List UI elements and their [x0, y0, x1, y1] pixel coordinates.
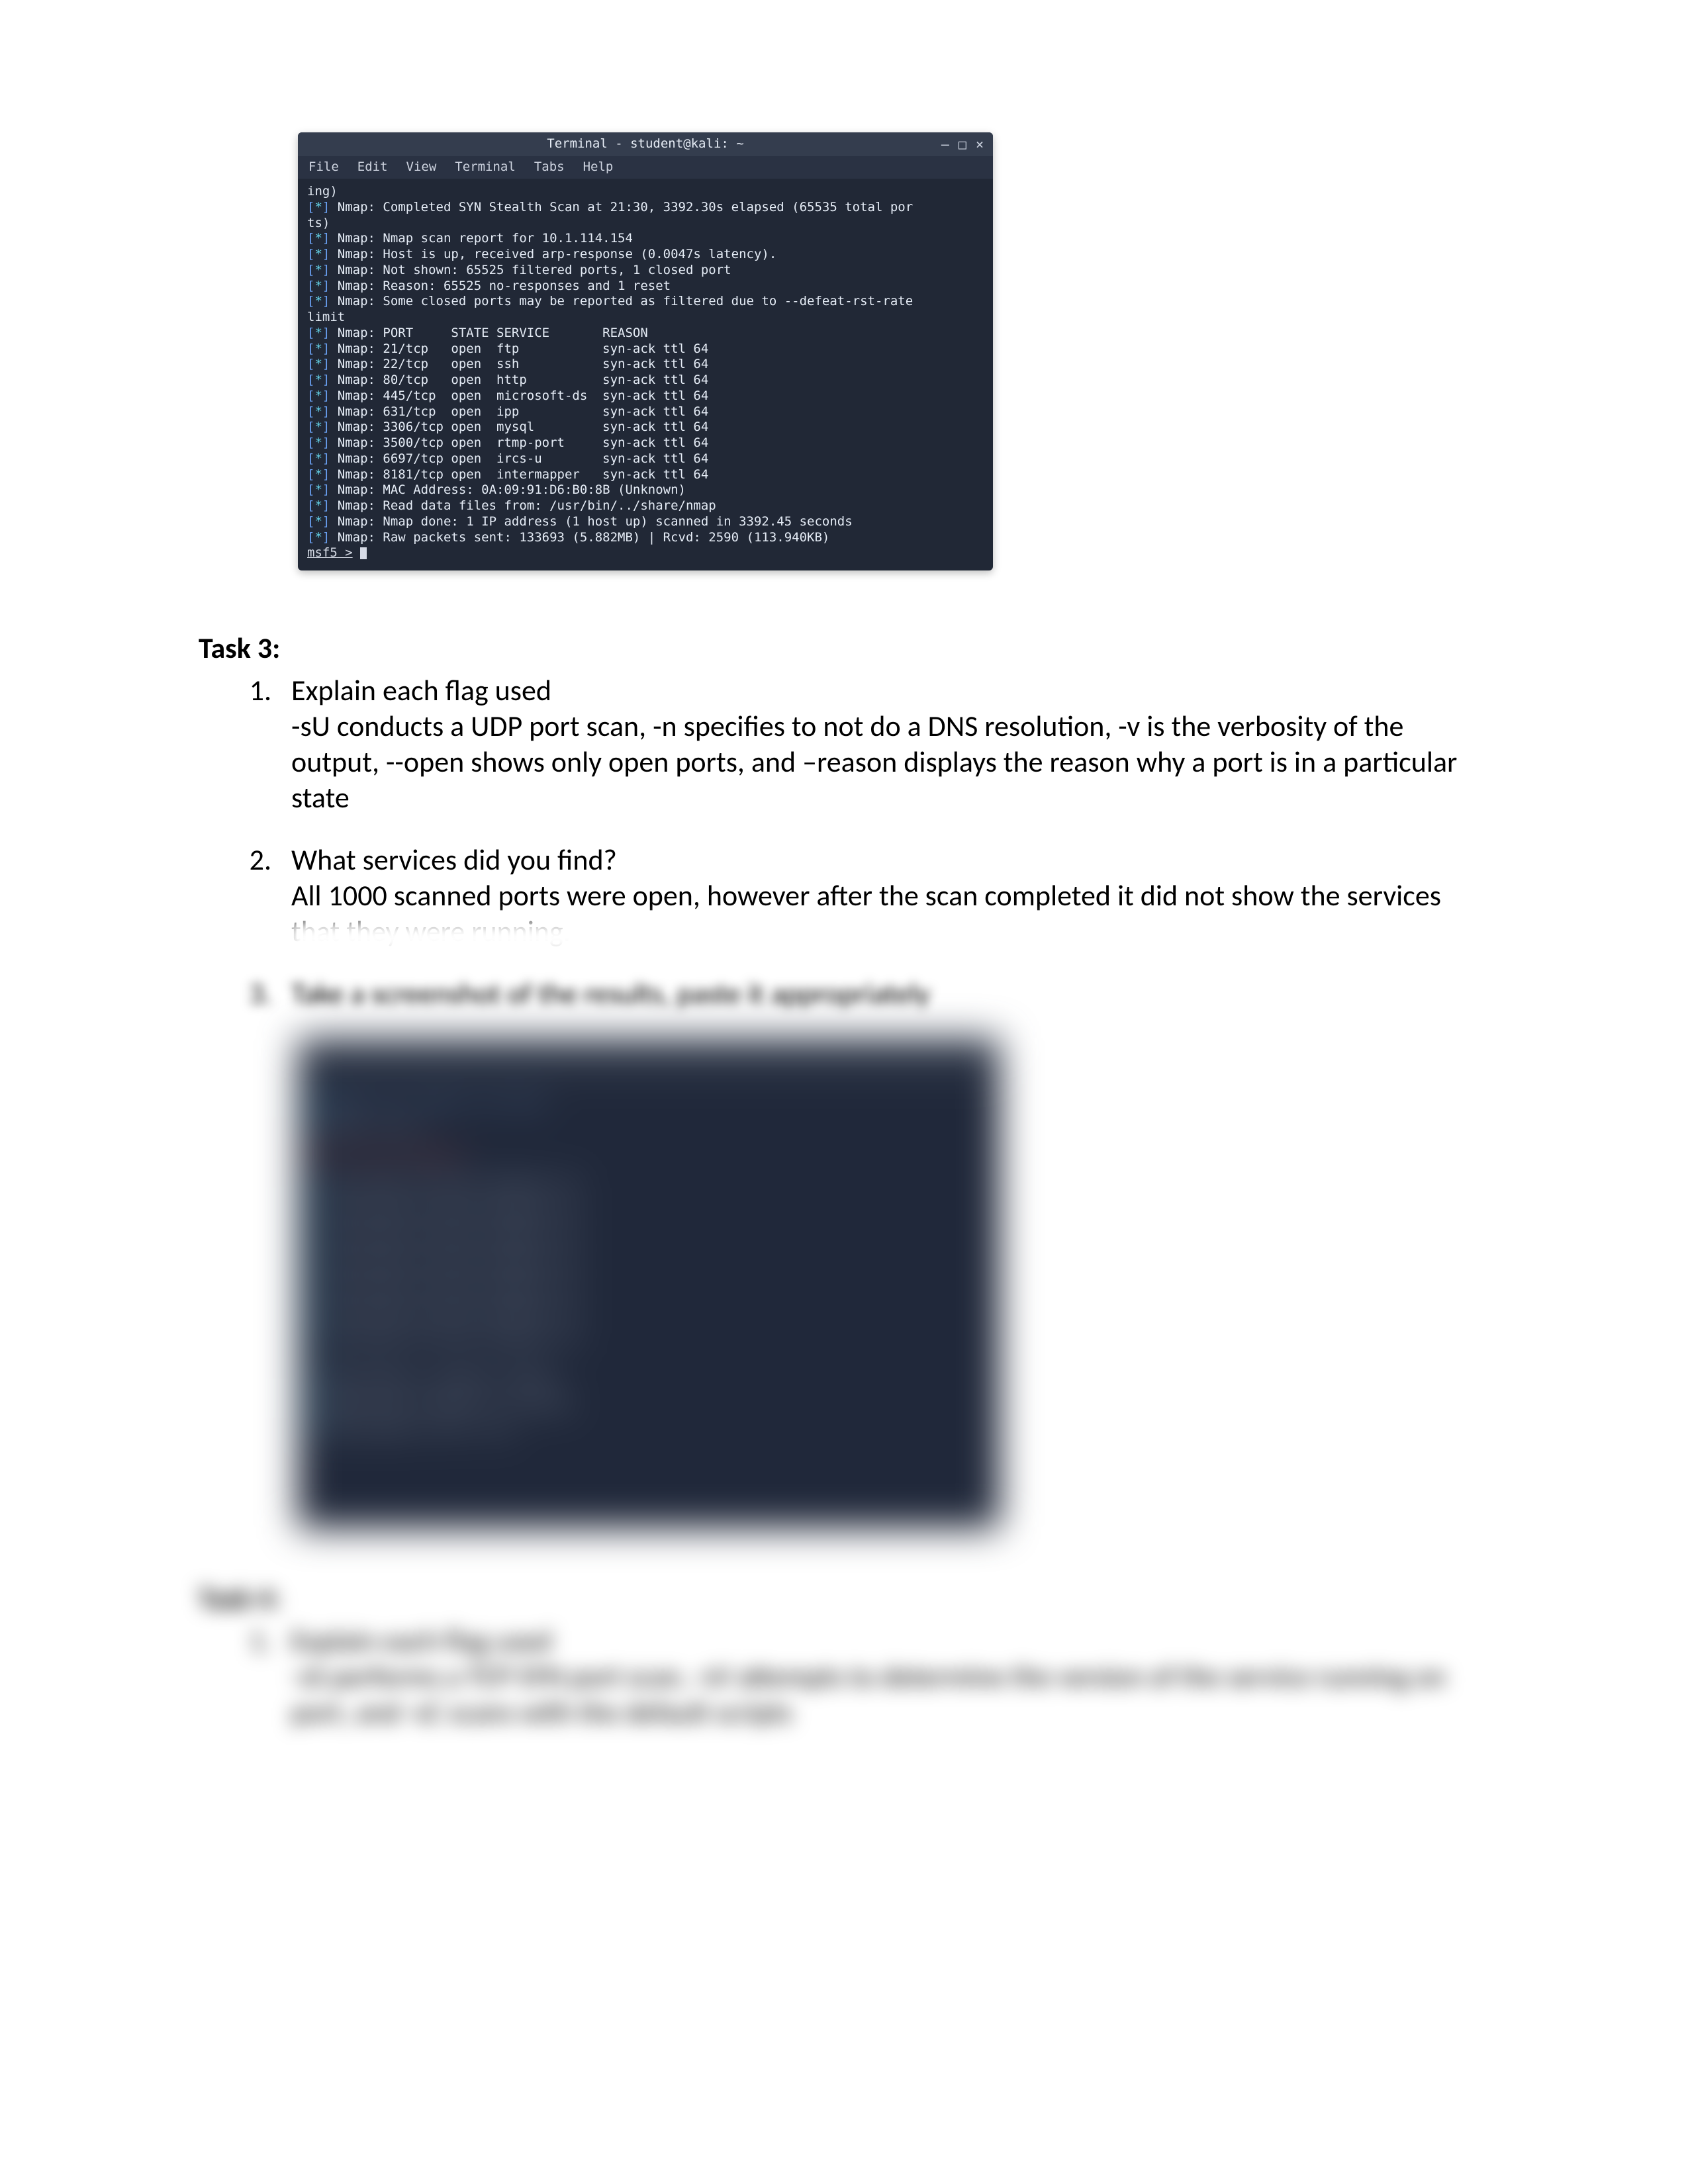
- task3-item-3: Take a screenshot of the results, paste …: [278, 976, 1489, 1011]
- task4-item-1: Explain each flag used -sS performs a TC…: [278, 1623, 1489, 1730]
- second-terminal-screenshot: Nmap scan report for host Host is up POR…: [298, 1038, 1000, 1527]
- terminal-window: Terminal - student@kali: ~ — □ × File Ed…: [298, 132, 993, 570]
- task3-item-1-body: -sU conducts a UDP port scan, -n specifi…: [291, 708, 1489, 815]
- terminal-title: Terminal - student@kali: ~: [547, 136, 743, 152]
- task4-item-1-body: -sS performs a TCP SYN port scan, -sV at…: [291, 1659, 1489, 1730]
- menu-help[interactable]: Help: [583, 159, 614, 175]
- task4-heading: Task 4:: [199, 1580, 1489, 1616]
- menu-file[interactable]: File: [308, 159, 339, 175]
- menu-view[interactable]: View: [406, 159, 437, 175]
- window-controls: — □ ×: [941, 136, 984, 153]
- task3-item-2: What services did you find? All 1000 sca…: [278, 842, 1489, 949]
- minimize-icon[interactable]: —: [941, 136, 949, 153]
- menu-terminal[interactable]: Terminal: [455, 159, 516, 175]
- task4-list: Explain each flag used -sS performs a TC…: [199, 1623, 1489, 1730]
- task3-item-3-title: Take a screenshot of the results, paste …: [291, 976, 1489, 1011]
- close-icon[interactable]: ×: [976, 136, 984, 153]
- task3-section: Task 3: Explain each flag used -sU condu…: [199, 630, 1489, 1527]
- document-page: Terminal - student@kali: ~ — □ × File Ed…: [0, 0, 1688, 2184]
- task3-heading: Task 3:: [199, 630, 1489, 666]
- maximize-icon[interactable]: □: [959, 136, 966, 153]
- task4-item-1-title: Explain each flag used: [291, 1623, 1489, 1659]
- task3-list: Explain each flag used -sU conducts a UD…: [199, 672, 1489, 1011]
- task3-item-1-title: Explain each flag used: [291, 672, 1489, 708]
- terminal-screenshot: Terminal - student@kali: ~ — □ × File Ed…: [298, 132, 1489, 570]
- menu-tabs[interactable]: Tabs: [534, 159, 565, 175]
- blur-overlay: [285, 920, 1496, 957]
- terminal-body: ing)[*] Nmap: Completed SYN Stealth Scan…: [298, 179, 993, 570]
- task4-section: Task 4: Explain each flag used -sS perfo…: [199, 1580, 1489, 1730]
- task3-item-2-body: All 1000 scanned ports were open, howeve…: [291, 878, 1489, 949]
- task3-item-2-title: What services did you find?: [291, 842, 1489, 878]
- menu-edit[interactable]: Edit: [357, 159, 388, 175]
- terminal-titlebar: Terminal - student@kali: ~ — □ ×: [298, 132, 993, 156]
- task3-item-1: Explain each flag used -sU conducts a UD…: [278, 672, 1489, 815]
- terminal-menubar: File Edit View Terminal Tabs Help: [298, 156, 993, 179]
